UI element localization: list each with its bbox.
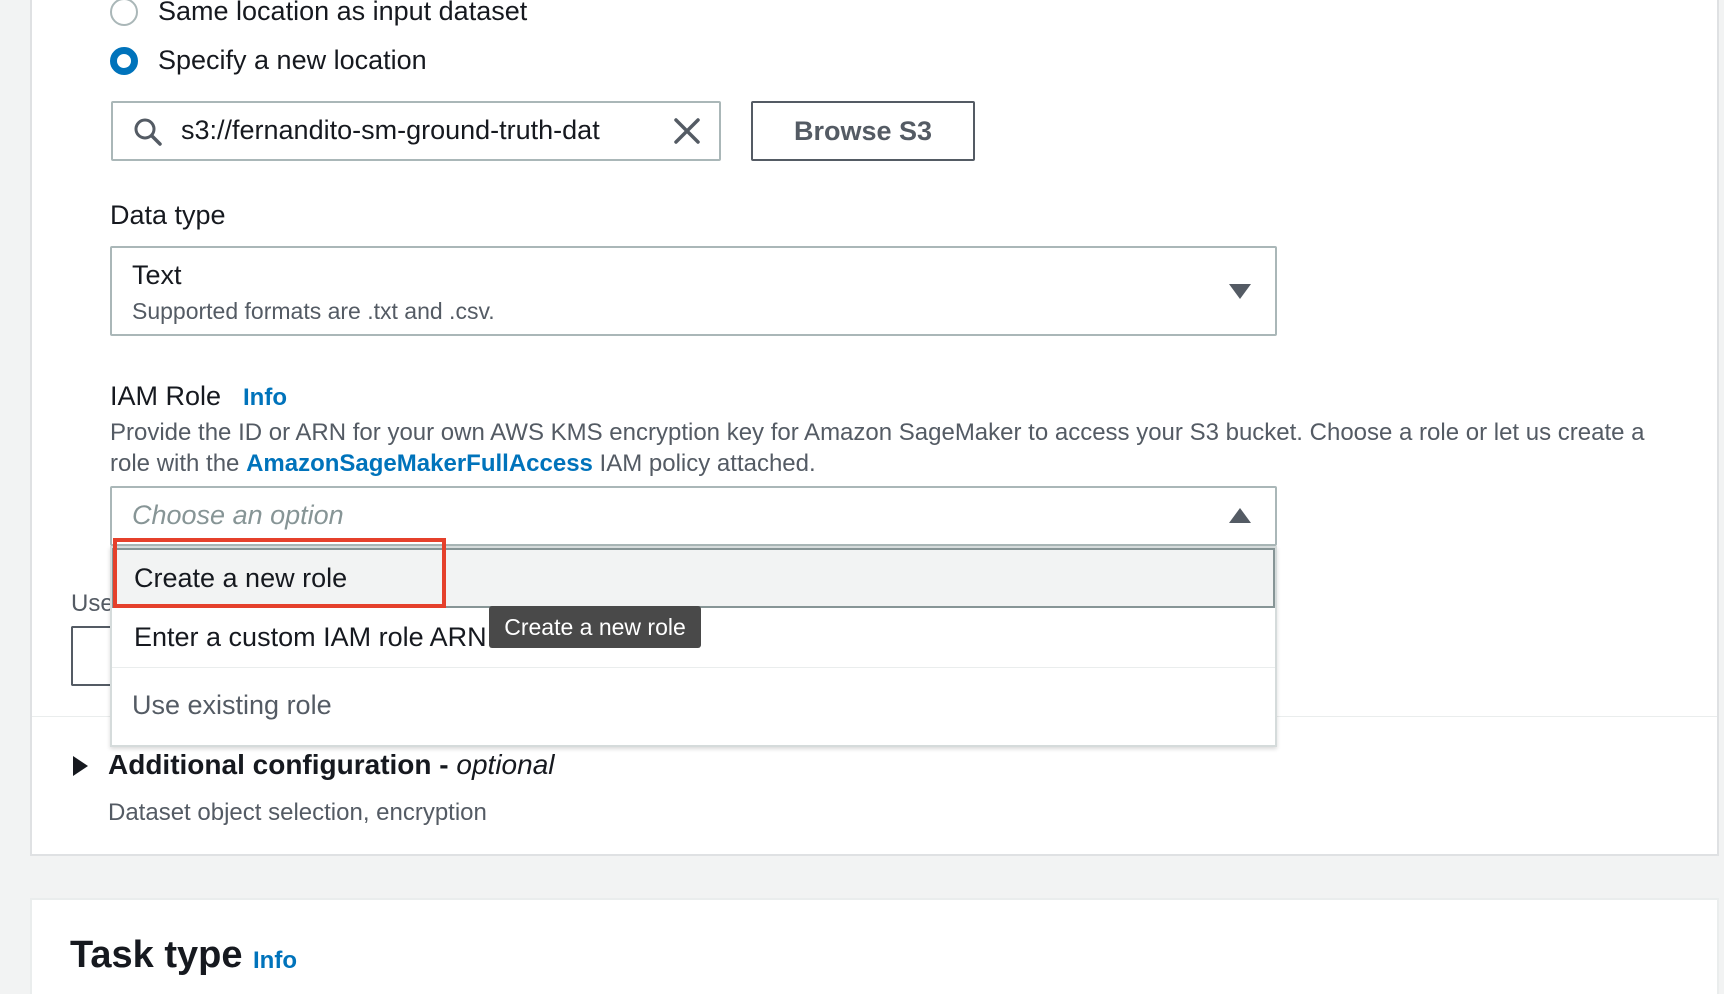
- radio-new-location[interactable]: [110, 47, 138, 75]
- option-use-existing-role-label: Use existing role: [132, 690, 332, 720]
- option-custom-iam-arn-label: Enter a custom IAM role ARN: [134, 622, 487, 652]
- tooltip: Create a new role: [489, 606, 701, 648]
- option-use-existing-role[interactable]: Use existing role: [112, 668, 1275, 747]
- iam-role-label: IAM Role: [110, 381, 222, 411]
- iam-role-info-link[interactable]: Info: [243, 384, 287, 412]
- s3-path-input[interactable]: s3://fernandito-sm-ground-truth-dat: [111, 101, 721, 161]
- browse-s3-button[interactable]: Browse S3: [751, 101, 975, 161]
- data-type-label: Data type: [110, 200, 226, 230]
- data-type-selected-description: Supported formats are .txt and .csv.: [132, 298, 495, 324]
- annotation-highlight-box: [113, 538, 446, 608]
- hidden-field-label: Use: [71, 590, 114, 617]
- additional-configuration-description: Dataset object selection, encryption: [108, 799, 487, 826]
- chevron-up-icon: [1229, 508, 1251, 523]
- caret-right-icon[interactable]: [73, 756, 88, 776]
- task-type-info-link[interactable]: Info: [253, 947, 297, 975]
- chevron-down-icon: [1229, 284, 1251, 299]
- data-type-selected-title: Text: [132, 260, 182, 290]
- additional-configuration-title: Additional configuration -: [108, 749, 457, 780]
- additional-configuration-optional: optional: [456, 749, 555, 780]
- task-type-panel: [30, 898, 1719, 994]
- additional-configuration-toggle[interactable]: Additional configuration - optional: [108, 749, 555, 781]
- data-type-select[interactable]: Text Supported formats are .txt and .csv…: [110, 246, 1277, 336]
- iam-role-description: Provide the ID or ARN for your own AWS K…: [110, 417, 1670, 479]
- iam-role-description-suffix: IAM policy attached.: [592, 450, 816, 477]
- radio-new-location-label[interactable]: Specify a new location: [158, 45, 427, 76]
- sagemaker-full-access-link[interactable]: AmazonSageMakerFullAccess: [246, 450, 593, 477]
- iam-role-placeholder: Choose an option: [132, 500, 344, 530]
- clear-icon[interactable]: [673, 117, 701, 145]
- radio-same-location-label[interactable]: Same location as input dataset: [158, 0, 527, 27]
- s3-path-value[interactable]: s3://fernandito-sm-ground-truth-dat: [181, 115, 661, 146]
- search-icon: [134, 118, 162, 146]
- iam-role-select[interactable]: Choose an option: [110, 486, 1277, 546]
- task-type-title: Task type: [70, 934, 243, 976]
